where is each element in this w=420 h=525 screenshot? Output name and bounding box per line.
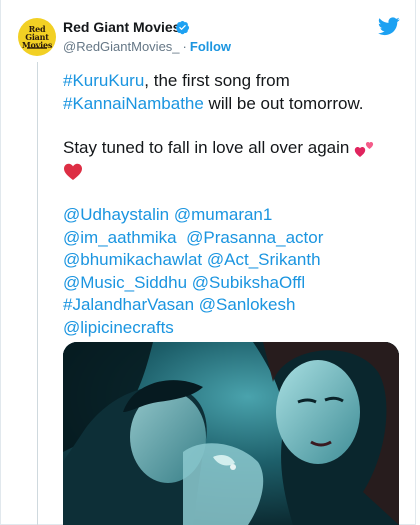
mention-link[interactable]: @SubikshaOffl <box>192 273 305 292</box>
tweet-line-4 <box>63 160 403 183</box>
mentions-line-3: @bhumikachawlat @Act_Srikanth <box>63 249 403 272</box>
song-poster-image <box>63 342 399 525</box>
tweet-line-3: Stay tuned to fall in love all over agai… <box>63 137 403 160</box>
follow-link[interactable]: Follow <box>190 39 231 54</box>
mentions-line-2: @im_aathmika @Prasanna_actor <box>63 227 403 250</box>
mention-link[interactable]: @im_aathmika <box>63 228 177 247</box>
twitter-bird-icon[interactable] <box>378 17 400 36</box>
mention-link[interactable]: @lipicinecrafts <box>63 318 174 337</box>
two-hearts-icon <box>354 141 374 157</box>
mention-link[interactable]: @Udhaystalin <box>63 205 169 224</box>
mention-link[interactable]: @Sanlokesh <box>199 295 296 314</box>
author-handle[interactable]: @RedGiantMovies_ <box>63 39 180 54</box>
mention-link[interactable]: @mumaran1 <box>174 205 273 224</box>
tweet-line-2: #KannaiNambathe will be out tomorrow. <box>63 93 403 116</box>
hashtag-kurukuru[interactable]: #KuruKuru <box>63 71 144 90</box>
mention-link[interactable]: @bhumikachawlat <box>63 250 202 269</box>
verified-badge-icon <box>175 20 190 35</box>
mention-link[interactable]: @Act_Srikanth <box>207 250 321 269</box>
avatar[interactable]: Red Giant Movies <box>18 18 56 56</box>
hashtag-kannainambathe[interactable]: #KannaiNambathe <box>63 94 204 113</box>
mentions-line-6: @lipicinecrafts <box>63 317 403 340</box>
tweet-text-segment: will be out tomorrow. <box>203 93 364 113</box>
mentions-line-4: @Music_Siddhu @SubikshaOffl <box>63 272 403 295</box>
separator-dot: · <box>182 39 187 54</box>
hashtag-link[interactable]: #JalandharVasan <box>63 295 194 314</box>
mention-link[interactable]: @Music_Siddhu <box>63 273 187 292</box>
tweet-media-image[interactable] <box>63 342 399 525</box>
avatar-logo-text: Red Giant Movies <box>21 24 53 50</box>
author-name[interactable]: Red Giant Movies <box>63 19 180 35</box>
avatar-logo-underline <box>27 47 47 49</box>
tweet-text: #KuruKuru, the first song from #KannaiNa… <box>63 70 403 339</box>
tweet-text-segment: Stay tuned to fall in love all over agai… <box>63 138 350 157</box>
mention-link[interactable]: @Prasanna_actor <box>186 228 323 247</box>
red-heart-icon <box>64 163 82 180</box>
tweet-text-segment: , the first song from <box>144 71 290 90</box>
tweet-line-1: #KuruKuru, the first song from <box>63 70 403 93</box>
handle-row: @RedGiantMovies_ · Follow <box>63 39 231 54</box>
thread-line <box>37 62 38 525</box>
mentions-line-5: #JalandharVasan @Sanlokesh <box>63 294 403 317</box>
tweet-card: Red Giant Movies Red Giant Movies @RedGi… <box>0 0 416 525</box>
mentions-line-1: @Udhaystalin @mumaran1 <box>63 204 403 227</box>
